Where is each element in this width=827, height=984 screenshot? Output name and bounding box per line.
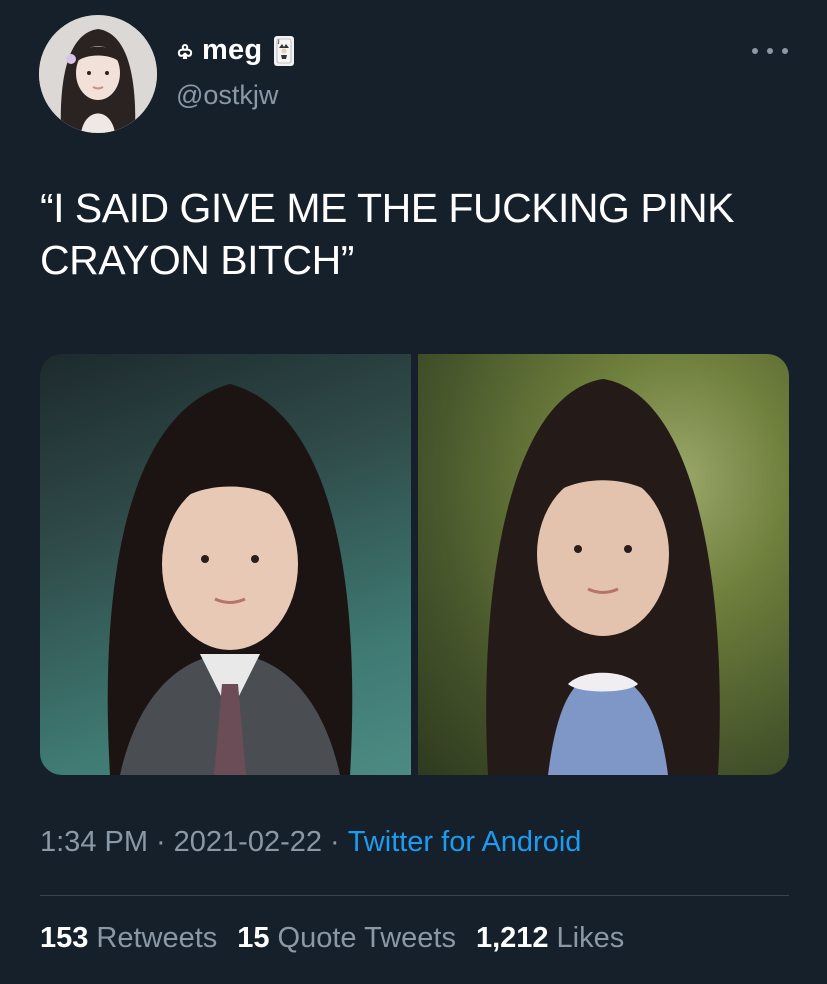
quote-tweets-label: Quote Tweets <box>277 922 456 954</box>
portrait-school-uniform-image <box>107 384 353 775</box>
display-name[interactable]: meg J <box>176 34 295 67</box>
meta-separator: · <box>156 826 166 858</box>
quote-tweets-stat[interactable]: 15 Quote Tweets <box>237 922 456 955</box>
photo-left[interactable] <box>40 354 411 775</box>
meta-separator: · <box>330 826 340 858</box>
avatar-image <box>39 15 157 133</box>
joker-card-icon: J <box>274 35 295 66</box>
club-outline-icon <box>176 34 194 67</box>
more-dot-icon <box>752 48 758 54</box>
tweet-text: “I SAID GIVE ME THE FUCKING PINK CRAYON … <box>40 185 735 283</box>
divider <box>40 895 789 896</box>
display-name-text: meg <box>202 34 263 66</box>
more-dot-icon <box>782 48 788 54</box>
tweet-meta: 1:34 PM · 2021-02-22 · Twitter for Andro… <box>40 826 581 859</box>
likes-label: Likes <box>556 922 625 954</box>
tweet-source-link[interactable]: Twitter for Android <box>348 826 582 859</box>
portrait-outdoor-image <box>486 379 720 775</box>
likes-count: 1,212 <box>475 922 549 954</box>
avatar[interactable] <box>39 15 157 133</box>
retweets-stat[interactable]: 153 Retweets <box>40 922 217 955</box>
more-dot-icon <box>767 48 773 54</box>
user-handle[interactable]: @ostkjw <box>176 80 278 111</box>
retweets-label: Retweets <box>96 922 218 954</box>
likes-stat[interactable]: 1,212 Likes <box>476 922 624 955</box>
tweet-time[interactable]: 1:34 PM <box>40 826 148 859</box>
quote-tweets-count: 15 <box>237 922 270 954</box>
photo-right[interactable] <box>418 354 789 775</box>
svg-text:J: J <box>277 39 280 44</box>
tweet-stats: 153 Retweets 15 Quote Tweets 1,212 Likes <box>40 922 624 955</box>
more-options-button[interactable] <box>752 38 788 64</box>
tweet-media[interactable] <box>40 354 789 775</box>
tweet-date[interactable]: 2021-02-22 <box>174 826 322 859</box>
retweets-count: 153 <box>40 922 89 954</box>
